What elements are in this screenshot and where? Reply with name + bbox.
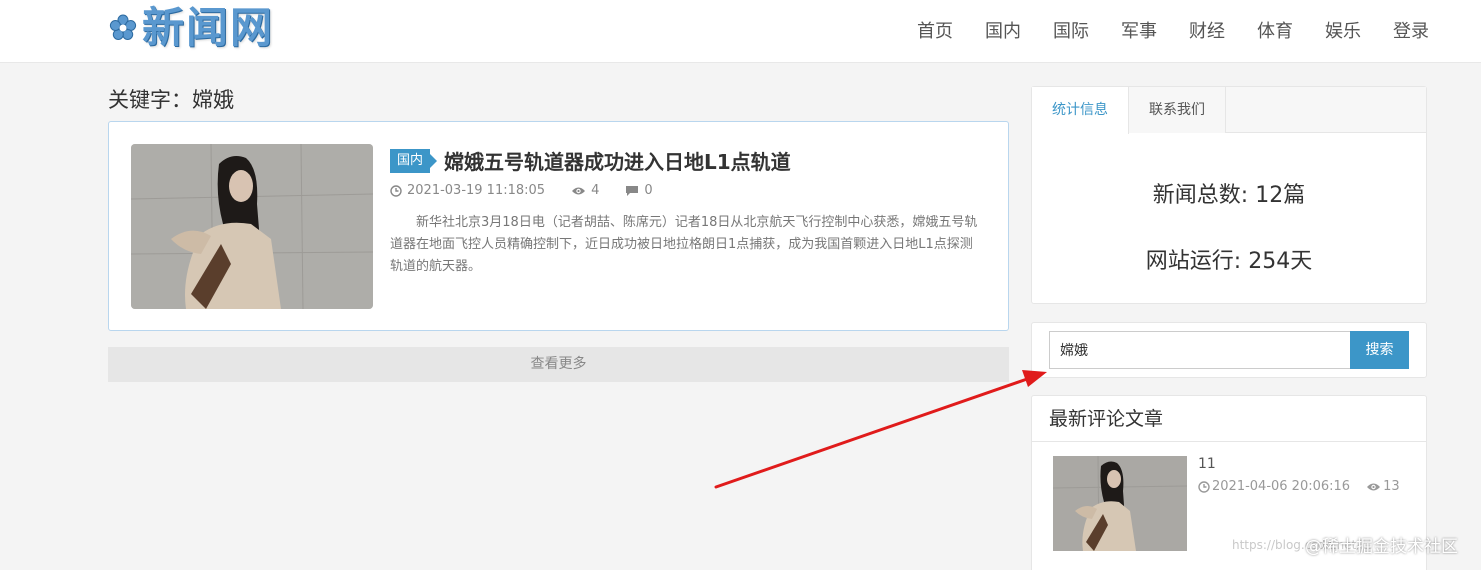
- clock-icon: [1198, 480, 1210, 493]
- watermark-text: @稀土掘金技术社区: [1305, 537, 1458, 557]
- nav-domestic[interactable]: 国内: [985, 0, 1021, 63]
- latest-item-meta: 2021-04-06 20:06:16 13: [1198, 479, 1416, 494]
- search-input[interactable]: [1049, 331, 1351, 369]
- article-photo: [131, 144, 373, 309]
- article-date: 2021-03-19 11:18:05: [390, 183, 545, 198]
- latest-item-views-count: 13: [1383, 479, 1400, 494]
- stats-tabs: 统计信息 联系我们: [1032, 87, 1426, 134]
- article-summary: 新华社北京3月18日电（记者胡喆、陈席元）记者18日从北京航天飞行控制中心获悉，…: [390, 215, 978, 274]
- main-nav: 首页 国内 国际 军事 财经 体育 娱乐 登录: [885, 0, 1429, 63]
- stats-panel: 统计信息 联系我们 新闻总数: 12篇 网站运行: 254天: [1031, 86, 1427, 304]
- nav-finance[interactable]: 财经: [1189, 0, 1225, 63]
- latest-item-thumbnail[interactable]: [1053, 456, 1187, 551]
- keyword-title: 关键字：嫦娥: [108, 88, 234, 112]
- latest-comments-heading: 最新评论文章: [1032, 396, 1426, 442]
- article-card[interactable]: 国内 嫦娥五号轨道器成功进入日地L1点轨道 2021-03-19 11:18:0…: [108, 121, 1009, 331]
- nav-entertainment[interactable]: 娱乐: [1325, 0, 1361, 63]
- tab-stats[interactable]: 统计信息: [1032, 87, 1129, 134]
- eye-icon: [1367, 483, 1381, 490]
- article-meta: 2021-03-19 11:18:05 4 0: [390, 183, 679, 198]
- article-comments-count: 0: [644, 183, 653, 198]
- article-views-count: 4: [591, 183, 600, 198]
- nav-login[interactable]: 登录: [1393, 0, 1429, 63]
- nav-home[interactable]: 首页: [917, 0, 953, 63]
- view-more-button[interactable]: 查看更多: [108, 347, 1009, 382]
- article-header: 国内 嫦娥五号轨道器成功进入日地L1点轨道: [390, 146, 791, 175]
- latest-item-date: 2021-04-06 20:06:16: [1198, 479, 1350, 494]
- news-total: 新闻总数: 12篇: [1152, 183, 1306, 208]
- site-logo[interactable]: 新闻网: [108, 2, 274, 54]
- clock-icon: [390, 184, 402, 197]
- site-logo-text: 新闻网: [142, 3, 275, 52]
- eye-icon: [572, 187, 586, 194]
- nav-sports[interactable]: 体育: [1257, 0, 1293, 63]
- article-thumbnail[interactable]: [131, 144, 373, 309]
- search-panel: 搜索: [1031, 322, 1427, 378]
- latest-item-title[interactable]: 11: [1198, 456, 1216, 472]
- article-views: 4: [571, 183, 599, 198]
- tab-contact[interactable]: 联系我们: [1129, 87, 1226, 133]
- category-tag[interactable]: 国内: [390, 148, 438, 173]
- article-date-text: 2021-03-19 11:18:05: [407, 183, 546, 198]
- latest-item-photo: [1053, 456, 1187, 551]
- latest-item-views: 13: [1366, 479, 1400, 494]
- article-comments: 0: [625, 183, 653, 198]
- comment-icon: [626, 185, 639, 196]
- article-title[interactable]: 嫦娥五号轨道器成功进入日地L1点轨道: [444, 146, 791, 175]
- search-button[interactable]: 搜索: [1350, 331, 1409, 369]
- nav-military[interactable]: 军事: [1121, 0, 1157, 63]
- nav-international[interactable]: 国际: [1053, 0, 1089, 63]
- site-running-days: 网站运行: 254天: [1145, 249, 1313, 274]
- latest-item-date-text: 2021-04-06 20:06:16: [1212, 479, 1351, 494]
- flower-icon: [109, 14, 137, 40]
- site-header: 新闻网 首页 国内 国际 军事 财经 体育 娱乐 登录: [0, 0, 1481, 63]
